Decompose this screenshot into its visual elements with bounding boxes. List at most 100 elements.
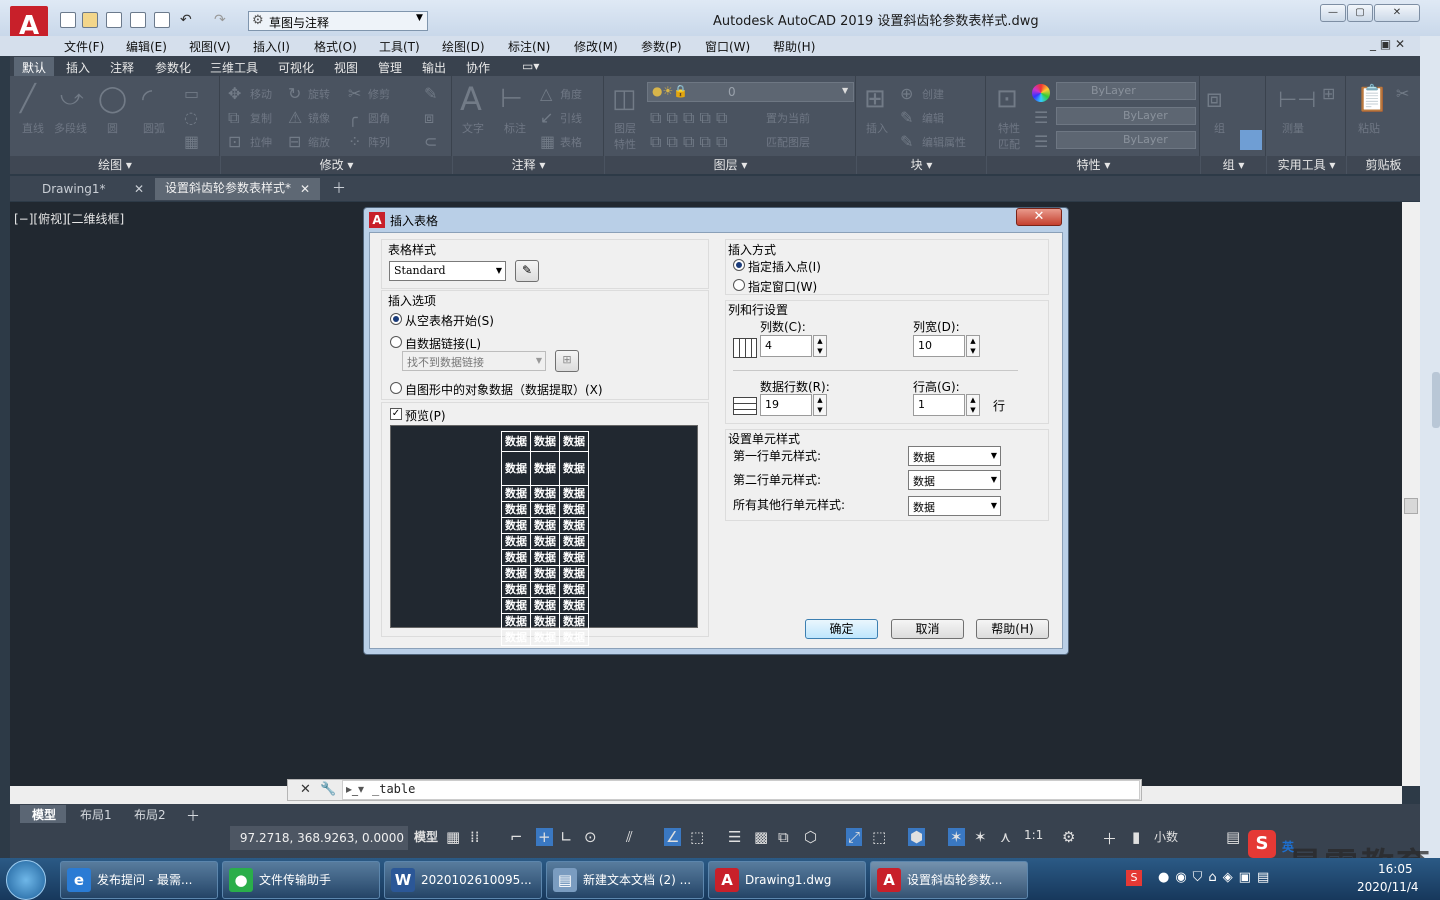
utility-icon[interactable]: ⊞ (1322, 84, 1335, 103)
polyline-tool-icon[interactable]: ⤻ (60, 86, 84, 111)
transparency-icon[interactable]: ▩ (754, 828, 768, 846)
tab-annotate[interactable]: 注释 (110, 59, 134, 76)
units-value[interactable]: 小数 (1154, 828, 1178, 845)
data-rows-input[interactable]: 19 (760, 394, 812, 416)
otrack-icon[interactable]: ∠ (664, 828, 682, 846)
ribbon-options-icon[interactable]: ▭▾ (522, 59, 539, 73)
layer-tools-icon-2[interactable]: ⧉ ⧉ ⧉ ⧉ ⧉ (650, 132, 727, 152)
dialog-close-button[interactable]: ✕ (1016, 208, 1062, 226)
menu-file[interactable]: 文件(F) (64, 38, 104, 55)
linear-dim-icon[interactable]: △ (540, 84, 552, 103)
taskbar-item-wechat[interactable]: ● 文件传输助手 (222, 861, 380, 899)
layout-tab-model[interactable]: 模型 (32, 806, 56, 823)
ortho-icon[interactable]: ∟ (560, 828, 573, 846)
tab-view[interactable]: 视图 (334, 59, 358, 76)
line-tool-icon[interactable]: ╱ (20, 84, 36, 114)
vertical-scrollbar[interactable] (1402, 202, 1420, 786)
layout-tab-1[interactable]: 布局1 (80, 806, 112, 823)
help-button[interactable]: 帮助(H) (976, 619, 1049, 639)
annotation-scale-value[interactable]: 1:1 (1024, 828, 1043, 842)
edit-attribute-icon[interactable]: ✎ (900, 132, 913, 151)
menu-parametric[interactable]: 参数(P) (641, 38, 682, 55)
cancel-button[interactable]: 取消 (891, 619, 964, 639)
taskbar-item-notepad[interactable]: ▤ 新建文本文档 (2) ... (546, 861, 704, 899)
ime-indicator[interactable]: 英 (1282, 838, 1294, 855)
panel-title-groups[interactable]: 组 ▾ (1201, 156, 1266, 174)
model-space-toggle[interactable]: 模型 (414, 828, 438, 845)
ok-button[interactable]: 确定 (805, 619, 878, 639)
offset-icon[interactable]: ⊂ (424, 132, 437, 151)
coordinates-readout[interactable]: 97.2718, 368.9263, 0.0000 (230, 826, 408, 850)
doc-tab-close-icon-2[interactable]: ✕ (300, 180, 310, 200)
hatch-tool-icon[interactable]: ◌ (184, 108, 198, 127)
panel-title-clipboard[interactable]: 剪贴板 (1347, 156, 1420, 174)
quick-properties-icon[interactable]: ▤ (1226, 828, 1240, 846)
rotate-icon[interactable]: ↻ (288, 84, 301, 103)
list-icon-2[interactable]: ☰ (1034, 132, 1048, 151)
panel-title-annotation[interactable]: 注释 ▾ (453, 156, 604, 174)
table-style-dialog-button[interactable]: ✎ (515, 260, 539, 282)
grid-icon[interactable]: ▦ (446, 828, 460, 846)
open-file-icon[interactable] (82, 12, 98, 28)
move-icon[interactable]: ✥ (228, 84, 241, 103)
snap-icon[interactable]: ⁞⁞ (470, 828, 480, 846)
panel-title-properties[interactable]: 特性 ▾ (987, 156, 1200, 174)
tray-icons[interactable]: ●◉⛉⌂◈▣▤ (1158, 870, 1275, 885)
maximize-button[interactable]: ▢ (1347, 4, 1373, 22)
table-tool-icon[interactable]: ▦ (184, 132, 199, 151)
rectangle-tool-icon[interactable]: ▭ (184, 84, 199, 103)
new-file-icon[interactable] (60, 12, 76, 28)
list-icon[interactable]: ☰ (1034, 108, 1048, 127)
column-width-input[interactable]: 10 (913, 335, 965, 357)
column-width-spinner[interactable]: ▲ ▼ (966, 335, 980, 357)
vertical-scroll-thumb[interactable] (1404, 498, 1418, 514)
radio-data-extraction[interactable] (390, 382, 402, 394)
layer-tools-icon[interactable]: ⧉ ⧉ ⧉ ⧉ ⧉ (650, 108, 727, 128)
menu-edit[interactable]: 编辑(E) (126, 38, 167, 55)
polar-icon[interactable]: ⊙ (584, 828, 597, 846)
data-link-select[interactable]: 找不到数据链接 ▼ (402, 351, 546, 371)
lineweight-icon[interactable]: ☰ (728, 828, 741, 846)
doc-tab-close-icon[interactable]: ✕ (134, 180, 144, 200)
lineweight-dropdown[interactable]: ByLayer (1056, 131, 1196, 149)
menu-view[interactable]: 视图(V) (189, 38, 231, 55)
tray-date[interactable]: 2020/11/4 (1357, 880, 1419, 894)
doc-window-controls[interactable]: _ ▣ ✕ (1370, 37, 1405, 51)
menu-draw[interactable]: 绘图(D) (442, 38, 485, 55)
radio-data-link[interactable] (390, 336, 402, 348)
panel-title-draw[interactable]: 绘图 ▾ (10, 156, 220, 174)
viewport-label[interactable]: [−][俯视][二维线框] (14, 210, 124, 227)
close-button[interactable]: ✕ (1374, 4, 1420, 22)
linetype-dropdown[interactable]: ByLayer (1056, 107, 1196, 125)
menu-dimension[interactable]: 标注(N) (508, 38, 550, 55)
radio-empty-table[interactable] (390, 313, 402, 325)
selection-filter-icon[interactable]: ⬚ (872, 828, 886, 846)
data-link-manager-button[interactable]: ⊞ (555, 350, 579, 372)
workspace-gear-icon[interactable]: ⚙ (1062, 828, 1075, 846)
preview-checkbox[interactable]: ✓ (390, 408, 402, 420)
auto-scale-icon[interactable]: ✶ (974, 828, 987, 846)
tray-time[interactable]: 16:05 (1378, 862, 1413, 876)
annotation-visibility-icon[interactable]: ✶ (948, 828, 965, 846)
circle-tool-icon[interactable]: ◯ (98, 84, 127, 114)
create-block-icon[interactable]: ⊕ (900, 84, 913, 103)
row-height-input[interactable]: 1 (913, 394, 965, 416)
annotation-scale-icon[interactable]: ⋏ (1000, 828, 1011, 846)
taskbar-item-active-drawing[interactable]: A 设置斜齿轮参数... (870, 861, 1028, 899)
menu-modify[interactable]: 修改(M) (574, 38, 618, 55)
save-as-icon[interactable] (130, 12, 146, 28)
tab-home[interactable]: 默认 (22, 59, 46, 76)
stretch-icon[interactable]: ⊡ (228, 132, 241, 151)
color-dropdown[interactable]: ByLayer (1056, 82, 1196, 100)
panel-title-modify[interactable]: 修改 ▾ (221, 156, 452, 174)
3d-osnap-icon[interactable]: ⬡ (804, 828, 817, 846)
dynamic-ucs-icon[interactable]: ⤢ (846, 828, 863, 846)
selection-cycling-icon[interactable]: ⧉ (778, 828, 789, 846)
sogou-icon[interactable]: S (1126, 870, 1142, 886)
doc-tab-drawing1[interactable]: Drawing1* (42, 180, 106, 200)
gizmo-icon[interactable]: ⬢ (908, 828, 926, 846)
first-row-style-select[interactable]: 数据 ▼ (908, 446, 1001, 466)
cut-icon[interactable]: ✂ (1396, 84, 1409, 103)
close-icon[interactable]: ✕ (300, 782, 311, 797)
taskbar-item-word[interactable]: W 2020102610095... (384, 861, 542, 899)
